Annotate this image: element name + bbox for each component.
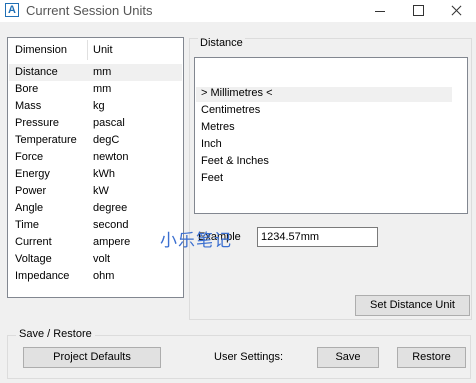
dimension-cell: Mass — [15, 100, 42, 112]
list-row-current[interactable]: Current ampere — [9, 234, 182, 251]
dimension-cell: Force — [15, 151, 44, 163]
dimension-cell: Impedance — [15, 270, 70, 282]
list-row-pressure[interactable]: Pressure pascal — [9, 115, 182, 132]
dimension-cell: Energy — [15, 168, 50, 180]
list-row-force[interactable]: Force newton — [9, 149, 182, 166]
unit-cell: mm — [93, 66, 112, 78]
maximize-icon[interactable] — [404, 0, 432, 22]
list-row-bore[interactable]: Bore mm — [9, 81, 182, 98]
list-row-energy[interactable]: Energy kWh — [9, 166, 182, 183]
distance-group-label: Distance — [198, 37, 245, 49]
save-restore-group-label: Save / Restore — [16, 328, 95, 340]
unit-cell: degree — [93, 202, 128, 214]
dimension-cell: Angle — [15, 202, 44, 214]
distance-unit-list[interactable]: > Millimetres < Centimetres Metres Inch … — [194, 57, 468, 214]
unit-option-millimetres[interactable]: > Millimetres < — [196, 87, 452, 102]
list-row-temperature[interactable]: Temperature degC — [9, 132, 182, 149]
unit-cell: kW — [93, 185, 109, 197]
unit-option-centimetres[interactable]: Centimetres — [201, 104, 260, 116]
unit-option-feet[interactable]: Feet — [201, 172, 223, 184]
set-distance-unit-button[interactable]: Set Distance Unit — [355, 295, 470, 316]
unit-cell: ohm — [93, 270, 115, 282]
list-row-impedance[interactable]: Impedance ohm — [9, 268, 182, 285]
dimension-cell: Power — [15, 185, 47, 197]
unit-cell: ampere — [93, 236, 131, 248]
title-bar: A Current Session Units — [0, 0, 476, 22]
column-header-unit[interactable]: Unit — [93, 44, 113, 56]
restore-button[interactable]: Restore — [397, 347, 466, 368]
window-title: Current Session Units — [26, 3, 153, 18]
unit-option-feet-inches[interactable]: Feet & Inches — [201, 155, 269, 167]
example-value-field: 1234.57mm — [257, 227, 378, 247]
list-row-voltage[interactable]: Voltage volt — [9, 251, 182, 268]
dimension-cell: Temperature — [15, 134, 77, 146]
unit-cell: kWh — [93, 168, 115, 180]
list-row-angle[interactable]: Angle degree — [9, 200, 182, 217]
list-row-power[interactable]: Power kW — [9, 183, 182, 200]
unit-option-inch[interactable]: Inch — [201, 138, 222, 150]
column-header-dimension[interactable]: Dimension — [15, 44, 67, 56]
unit-cell: volt — [93, 253, 111, 265]
watermark: 小乐笔记 — [160, 231, 232, 251]
dimension-cell: Current — [15, 236, 52, 248]
list-row-distance[interactable]: Distance mm — [9, 64, 182, 81]
unit-cell: pascal — [93, 117, 125, 129]
dimension-cell: Distance — [15, 66, 58, 78]
close-icon[interactable] — [442, 0, 470, 22]
save-button[interactable]: Save — [317, 347, 379, 368]
list-header: Dimension Unit — [8, 38, 183, 62]
project-defaults-button[interactable]: Project Defaults — [23, 347, 161, 368]
unit-option-metres[interactable]: Metres — [201, 121, 235, 133]
app-icon: A — [5, 3, 19, 17]
unit-cell: second — [93, 219, 129, 231]
list-row-time[interactable]: Time second — [9, 217, 182, 234]
unit-cell: degC — [93, 134, 120, 146]
dimension-cell: Pressure — [15, 117, 60, 129]
user-settings-label: User Settings: — [214, 351, 284, 363]
dimension-cell: Bore — [15, 83, 39, 95]
dimension-cell: Time — [15, 219, 40, 231]
list-row-mass[interactable]: Mass kg — [9, 98, 182, 115]
unit-cell: mm — [93, 83, 112, 95]
dimension-cell: Voltage — [15, 253, 52, 265]
dimension-unit-list[interactable]: Dimension Unit Distance mm Bore mm Mass … — [7, 37, 184, 298]
unit-cell: newton — [93, 151, 129, 163]
minimize-icon[interactable] — [366, 0, 394, 22]
column-divider[interactable] — [87, 40, 88, 60]
unit-cell: kg — [93, 100, 105, 112]
